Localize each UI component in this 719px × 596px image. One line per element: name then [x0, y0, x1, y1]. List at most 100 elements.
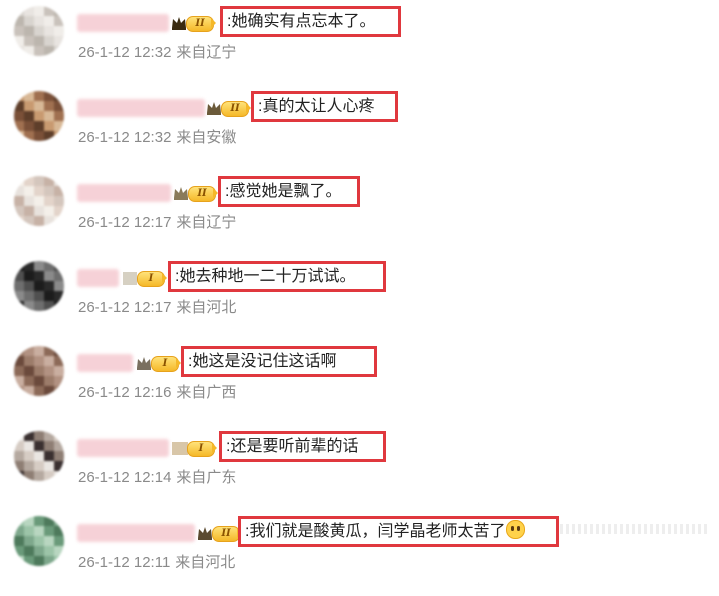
avatar-mosaic-tile [44, 556, 54, 566]
comment-meta: 26-1-12 12:32 来自辽宁 [78, 43, 236, 63]
avatar-mosaic-tile [54, 386, 64, 396]
username-redacted[interactable] [77, 99, 205, 117]
avatar-mosaic-tile [44, 451, 54, 461]
avatar-mosaic-tile [44, 186, 54, 196]
avatar-mosaic-tile [44, 271, 54, 281]
avatar-mosaic-tile [24, 356, 34, 366]
avatar-mosaic-tile [34, 461, 44, 471]
avatar-mosaic-tile [44, 536, 54, 546]
badge-arrow-icon [162, 273, 167, 283]
comment-text: :真的太让人心疼 [251, 91, 398, 122]
avatar-mosaic-tile [44, 196, 54, 206]
avatar-mosaic-tile [44, 131, 54, 141]
username-redacted[interactable] [77, 439, 169, 457]
avatar-mosaic-tile [54, 6, 64, 16]
comment-time: 26-1-12 12:11 [78, 554, 171, 571]
avatar-mosaic-tile [24, 546, 34, 556]
level-badge-icon[interactable]: II [172, 184, 218, 202]
avatar-mosaic-tile [24, 386, 34, 396]
avatar-mosaic-tile [54, 36, 64, 46]
level-label: II [212, 526, 240, 542]
avatar-mosaic-tile [14, 186, 24, 196]
avatar-mosaic-tile [14, 206, 24, 216]
username-redacted[interactable] [77, 14, 169, 32]
avatar-mosaic-tile [24, 376, 34, 386]
avatar-mosaic-tile [34, 121, 44, 131]
avatar[interactable] [14, 261, 64, 311]
avatar-mosaic-tile [34, 376, 44, 386]
avatar-mosaic-tile [34, 26, 44, 36]
avatar-mosaic-tile [14, 291, 24, 301]
avatar-mosaic-tile [54, 186, 64, 196]
avatar-mosaic-tile [34, 36, 44, 46]
avatar-mosaic-tile [24, 441, 34, 451]
level-badge-icon[interactable]: I [171, 439, 217, 457]
comment-row: II :真的太让人心疼 26-1-12 12:32 来自安徽 [0, 89, 719, 171]
avatar-mosaic-tile [44, 346, 54, 356]
avatar-mosaic-tile [34, 101, 44, 111]
username-redacted[interactable] [77, 354, 133, 372]
avatar-mosaic-tile [34, 431, 44, 441]
avatar[interactable] [14, 176, 64, 226]
comment-text: :她确实有点忘本了。 [220, 6, 401, 37]
comment-text: :她这是没记住这话啊 [181, 346, 377, 377]
comment-list: II :她确实有点忘本了。 26-1-12 12:32 来自辽宁 II :真的太让… [0, 0, 719, 582]
avatar[interactable] [14, 346, 64, 396]
avatar[interactable] [14, 431, 64, 481]
comment-location: 来自河北 [175, 554, 236, 571]
crying-face-emoji [506, 520, 526, 539]
avatar-mosaic-tile [34, 556, 44, 566]
level-badge-icon[interactable]: II [196, 524, 242, 542]
comment-meta: 26-1-12 12:17 来自辽宁 [78, 213, 236, 233]
avatar[interactable] [14, 91, 64, 141]
avatar-mosaic-tile [34, 186, 44, 196]
avatar-mosaic-tile [14, 46, 24, 56]
comment-location: 来自辽宁 [176, 44, 237, 61]
comment-time: 26-1-12 12:17 [78, 299, 172, 316]
badge-arrow-icon [212, 443, 217, 453]
comment-time: 26-1-12 12:17 [78, 214, 172, 231]
avatar-mosaic-tile [24, 281, 34, 291]
avatar-mosaic-tile [54, 16, 64, 26]
level-label: I [151, 356, 179, 372]
username-redacted[interactable] [77, 524, 195, 542]
comment-text: :感觉她是飘了。 [218, 176, 360, 207]
avatar-mosaic-tile [14, 101, 24, 111]
comment-meta: 26-1-12 12:17 来自河北 [78, 298, 236, 318]
username-redacted[interactable] [77, 269, 119, 287]
level-badge-icon[interactable]: I [135, 354, 181, 372]
avatar-mosaic-tile [14, 451, 24, 461]
level-label: II [188, 186, 216, 202]
watermark-bar [560, 524, 710, 534]
avatar-mosaic-tile [14, 121, 24, 131]
avatar-mosaic-tile [14, 461, 24, 471]
avatar-mosaic-tile [24, 261, 34, 271]
avatar[interactable] [14, 6, 64, 56]
avatar-mosaic-tile [54, 271, 64, 281]
avatar-mosaic-tile [24, 121, 34, 131]
avatar-mosaic-tile [44, 441, 54, 451]
avatar-mosaic-tile [54, 461, 64, 471]
avatar-mosaic-tile [44, 471, 54, 481]
comment-text: :我们就是酸黄瓜，闫学晶老师太苦了 [238, 516, 559, 547]
avatar-mosaic-tile [24, 186, 34, 196]
avatar-mosaic-tile [54, 131, 64, 141]
avatar-mosaic-tile [34, 526, 44, 536]
avatar-mosaic-tile [44, 26, 54, 36]
avatar-mosaic-tile [54, 441, 64, 451]
avatar-mosaic-tile [44, 291, 54, 301]
level-badge-icon[interactable]: I [121, 269, 167, 287]
avatar-mosaic-tile [54, 556, 64, 566]
username-redacted[interactable] [77, 184, 171, 202]
avatar-mosaic-tile [24, 176, 34, 186]
avatar-mosaic-tile [44, 111, 54, 121]
avatar[interactable] [14, 516, 64, 566]
avatar-mosaic-tile [44, 281, 54, 291]
level-badge-icon[interactable]: II [170, 14, 216, 32]
avatar-mosaic-tile [44, 91, 54, 101]
level-label: II [186, 16, 214, 32]
avatar-mosaic-tile [44, 431, 54, 441]
avatar-mosaic-tile [44, 546, 54, 556]
comment-location: 来自广东 [176, 469, 237, 486]
level-badge-icon[interactable]: II [205, 99, 251, 117]
